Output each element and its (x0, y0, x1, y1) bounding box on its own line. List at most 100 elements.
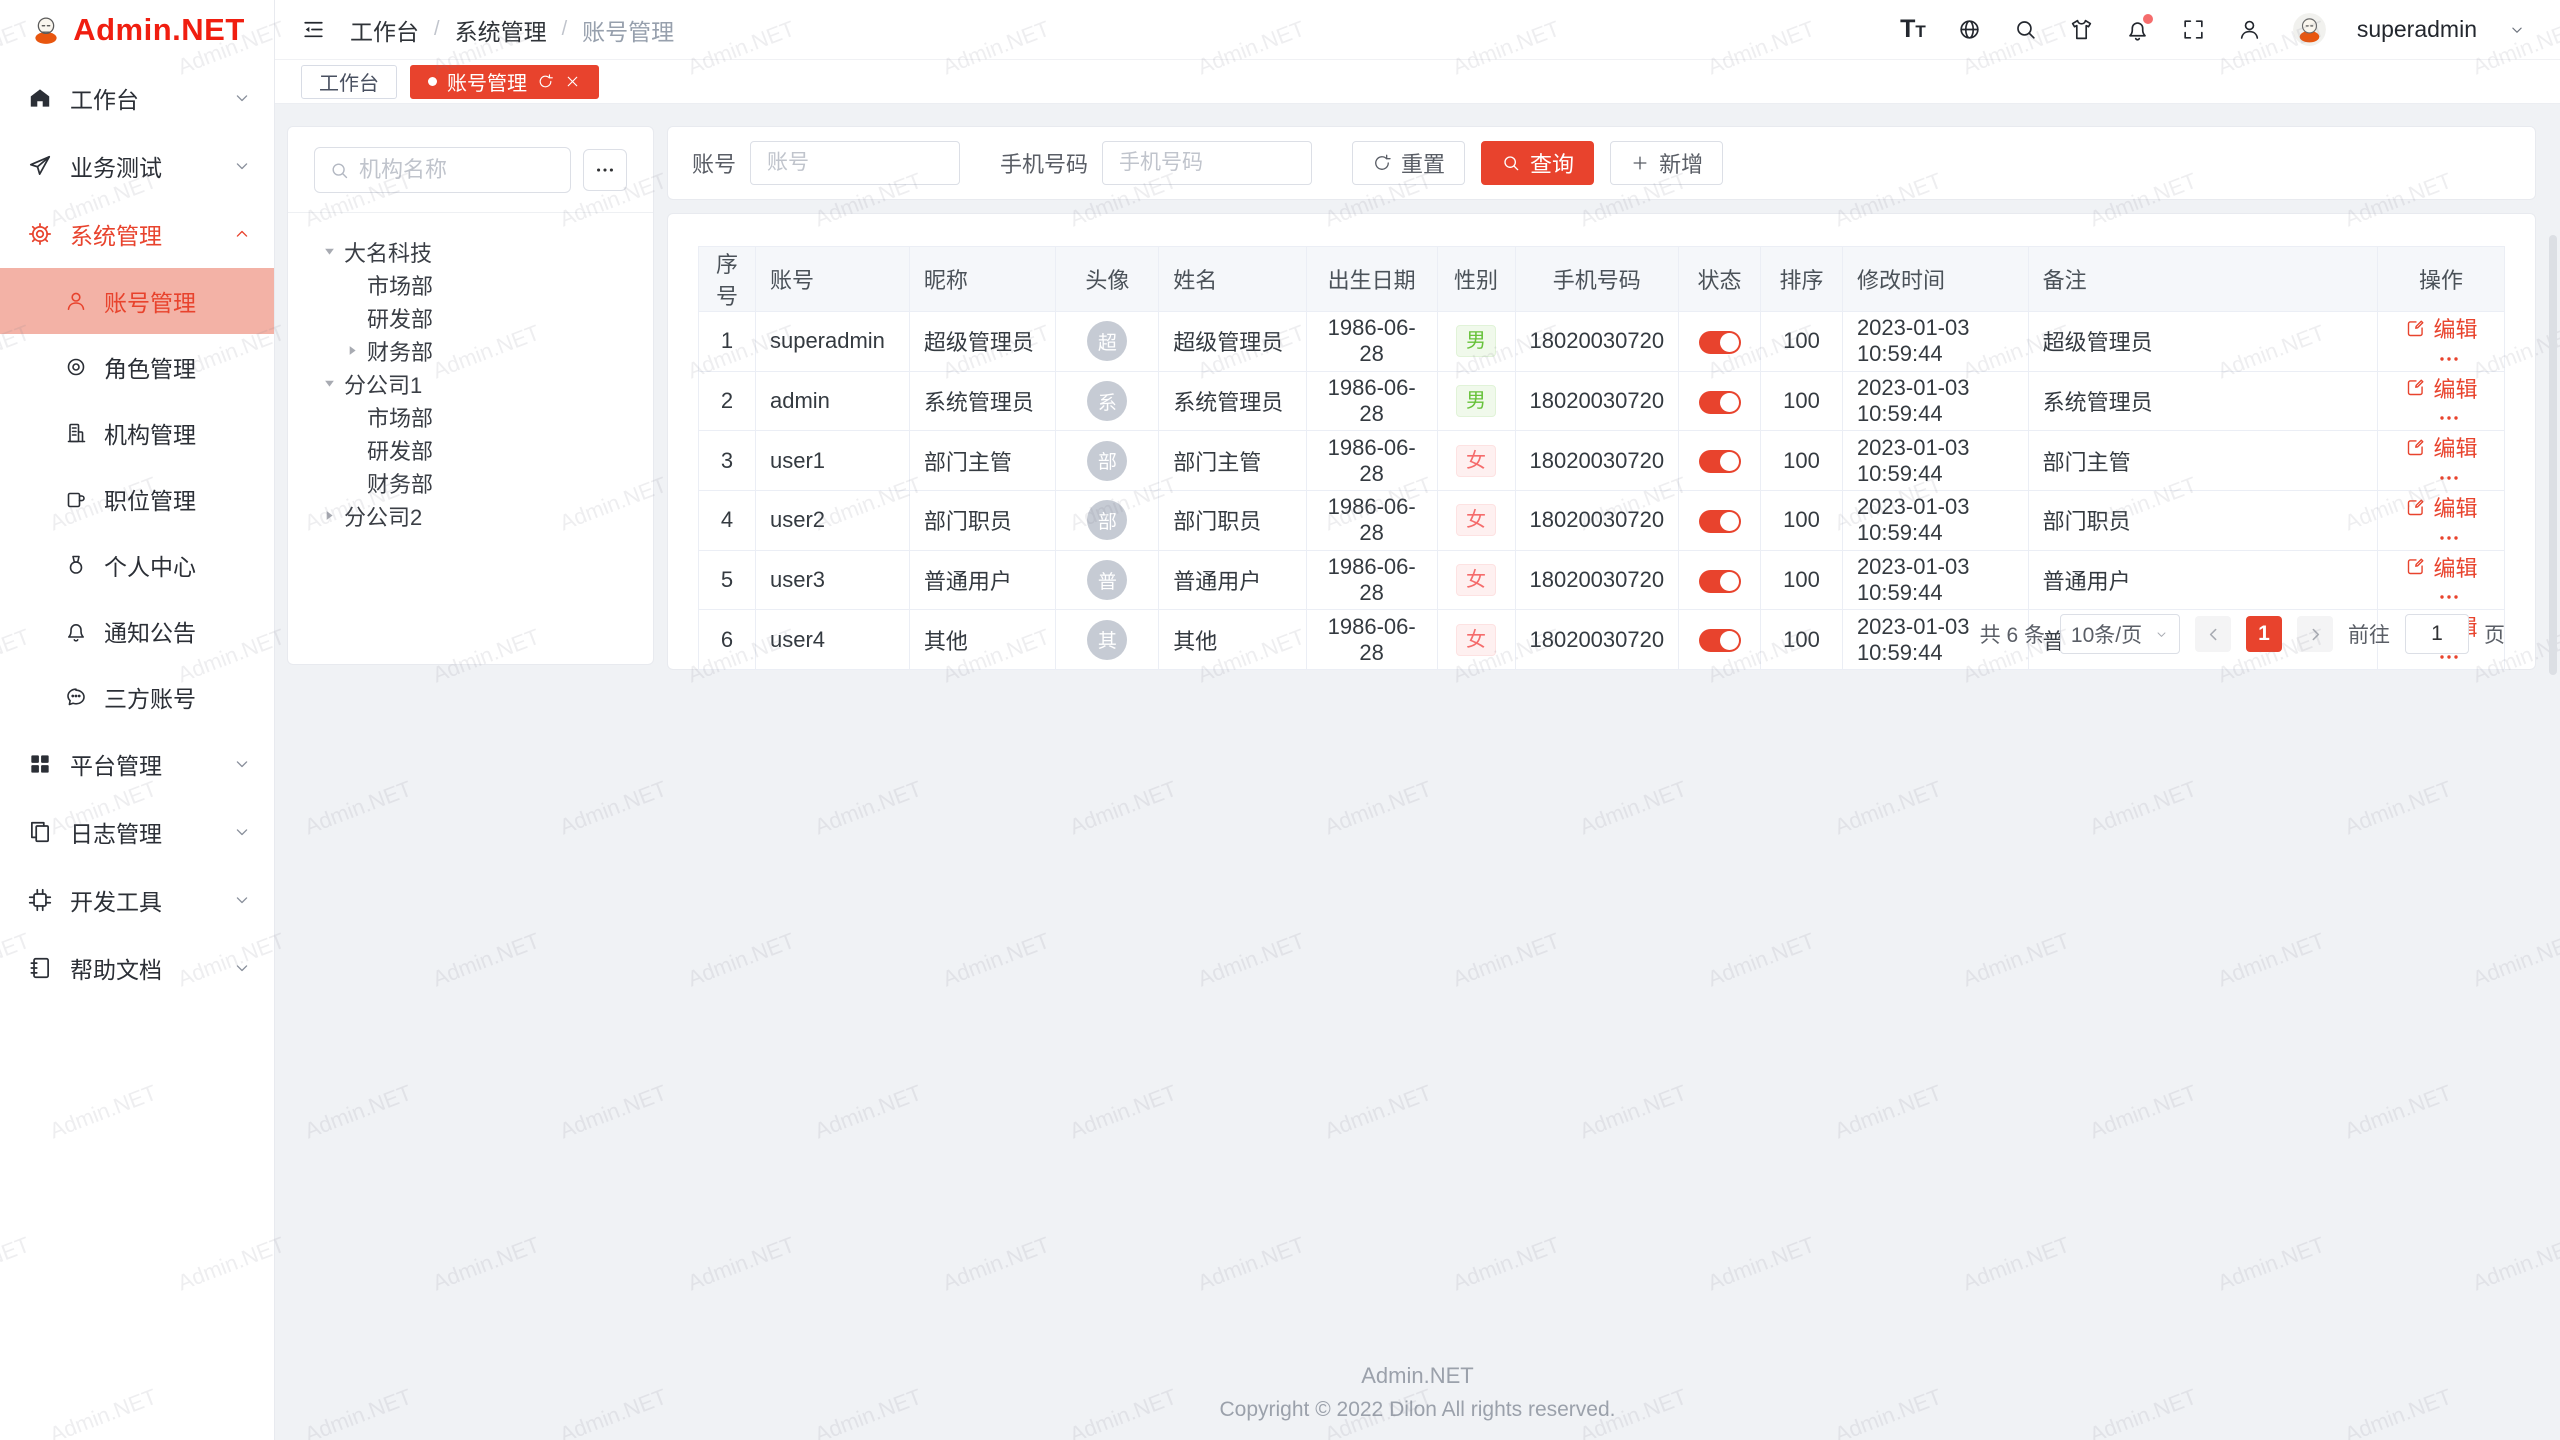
theme-icon[interactable] (2069, 17, 2094, 42)
row-more-button[interactable] (2437, 466, 2461, 490)
goto-page-input[interactable] (2405, 614, 2469, 654)
close-tab-icon[interactable] (564, 73, 581, 90)
sidebar-subitem-账号管理[interactable]: 账号管理 (0, 268, 274, 334)
sidebar-subitem-三方账号[interactable]: 三方账号 (0, 664, 274, 730)
cell-avatar: 部 (1056, 431, 1159, 491)
sidebar-subitem-机构管理[interactable]: 机构管理 (0, 400, 274, 466)
reset-button[interactable]: 重置 (1352, 141, 1465, 185)
cell-op: 编辑 (2378, 550, 2505, 610)
status-toggle[interactable] (1699, 510, 1741, 533)
column-header-姓名: 姓名 (1159, 247, 1307, 312)
cell-gender: 女 (1437, 491, 1515, 551)
cell-status (1679, 371, 1761, 431)
edit-button[interactable]: 编辑 (2405, 312, 2478, 344)
breadcrumb-item-workbench[interactable]: 工作台 (350, 13, 419, 47)
caret-placeholder (345, 475, 367, 490)
page-1-button[interactable]: 1 (2246, 616, 2282, 652)
edit-button[interactable]: 编辑 (2405, 551, 2478, 583)
avatar[interactable] (2293, 13, 2326, 46)
sidebar-item-业务测试[interactable]: 业务测试 (0, 132, 274, 200)
edit-button[interactable]: 编辑 (2405, 491, 2478, 523)
sidebar-item-工作台[interactable]: 工作台 (0, 64, 274, 132)
language-icon[interactable] (1957, 17, 1982, 42)
status-toggle[interactable] (1699, 331, 1741, 354)
fullscreen-icon[interactable] (2181, 17, 2206, 42)
account-input[interactable] (750, 141, 960, 185)
tree-node-研发部[interactable]: 研发部 (314, 301, 627, 334)
tree-more-button[interactable] (583, 149, 627, 191)
sidebar-item-日志管理[interactable]: 日志管理 (0, 798, 274, 866)
tree-node-财务部[interactable]: 财务部 (314, 466, 627, 499)
topbar-actions: TT superadmin (1900, 13, 2526, 46)
collapse-sidebar-icon[interactable] (301, 17, 326, 42)
breadcrumb-item-system[interactable]: 系统管理 (455, 13, 547, 47)
status-toggle[interactable] (1699, 629, 1741, 652)
sidebar-item-系统管理[interactable]: 系统管理 (0, 200, 274, 268)
notifications-icon[interactable] (2125, 17, 2150, 42)
cell-op: 编辑 (2378, 431, 2505, 491)
sidebar-subitem-通知公告[interactable]: 通知公告 (0, 598, 274, 664)
tree-node-分公司1[interactable]: 分公司1 (314, 367, 627, 400)
next-page-button[interactable] (2297, 616, 2333, 652)
status-toggle[interactable] (1699, 570, 1741, 593)
sidebar-subitem-角色管理[interactable]: 角色管理 (0, 334, 274, 400)
edit-icon (2405, 377, 2426, 398)
content: 大名科技市场部研发部财务部分公司1市场部研发部财务部分公司2 账号 手机号码 重… (275, 104, 2560, 1440)
prev-page-button[interactable] (2195, 616, 2231, 652)
tree-node-研发部[interactable]: 研发部 (314, 433, 627, 466)
caret-down-icon[interactable] (322, 376, 344, 391)
column-header-修改时间: 修改时间 (1842, 247, 2028, 312)
row-more-button[interactable] (2437, 585, 2461, 609)
add-button[interactable]: 新增 (1610, 141, 1723, 185)
cell-account: user1 (755, 431, 909, 491)
caret-right-icon[interactable] (322, 508, 344, 523)
sidebar-item-label: 开发工具 (70, 883, 162, 917)
logo[interactable]: Admin.NET (0, 0, 274, 60)
tree-node-市场部[interactable]: 市场部 (314, 268, 627, 301)
sidebar-subitem-个人中心[interactable]: 个人中心 (0, 532, 274, 598)
user-menu-chevron-icon[interactable] (2508, 21, 2526, 39)
edit-button[interactable]: 编辑 (2405, 372, 2478, 404)
cell-phone: 18020030720 (1515, 550, 1679, 610)
row-more-button[interactable] (2437, 347, 2461, 371)
column-header-备注: 备注 (2028, 247, 2378, 312)
page-scrollbar[interactable] (2549, 235, 2557, 675)
status-toggle[interactable] (1699, 391, 1741, 414)
tree-node-市场部[interactable]: 市场部 (314, 400, 627, 433)
tab-工作台[interactable]: 工作台 (301, 65, 397, 99)
sidebar-subitem-label: 通知公告 (104, 614, 196, 648)
search-icon[interactable] (2013, 17, 2038, 42)
tree-node-label: 财务部 (367, 335, 433, 367)
font-size-icon[interactable]: TT (1900, 17, 1926, 42)
phone-input[interactable] (1102, 141, 1312, 185)
caret-right-icon[interactable] (345, 343, 367, 358)
cell-name: 其他 (1159, 610, 1307, 670)
cell-avatar: 系 (1056, 371, 1159, 431)
query-button[interactable]: 查询 (1481, 141, 1594, 185)
tree-node-财务部[interactable]: 财务部 (314, 334, 627, 367)
tree-node-大名科技[interactable]: 大名科技 (314, 235, 627, 268)
chevron-down-icon (232, 958, 252, 978)
sidebar-subitem-职位管理[interactable]: 职位管理 (0, 466, 274, 532)
tree-node-分公司2[interactable]: 分公司2 (314, 499, 627, 532)
cell-no: 5 (699, 550, 756, 610)
current-user[interactable]: superadmin (2357, 16, 2477, 43)
sidebar-item-帮助文档[interactable]: 帮助文档 (0, 934, 274, 1002)
refresh-tab-icon[interactable] (537, 73, 554, 90)
edit-button[interactable]: 编辑 (2405, 431, 2478, 463)
tab-账号管理[interactable]: 账号管理 (410, 65, 599, 99)
page-size-select[interactable]: 10条/页 (2060, 614, 2180, 654)
profile-icon[interactable] (2237, 17, 2262, 42)
table-row: 2admin系统管理员系系统管理员1986-06-28男180200307201… (699, 371, 2505, 431)
cell-account: user3 (755, 550, 909, 610)
status-toggle[interactable] (1699, 450, 1741, 473)
sidebar-item-平台管理[interactable]: 平台管理 (0, 730, 274, 798)
edit-icon (2405, 497, 2426, 518)
caret-down-icon[interactable] (322, 244, 344, 259)
org-search-input[interactable] (359, 157, 556, 183)
org-search-field[interactable] (314, 147, 571, 193)
row-more-button[interactable] (2437, 526, 2461, 550)
cell-nickname: 其他 (909, 610, 1056, 670)
sidebar-item-开发工具[interactable]: 开发工具 (0, 866, 274, 934)
row-more-button[interactable] (2437, 406, 2461, 430)
